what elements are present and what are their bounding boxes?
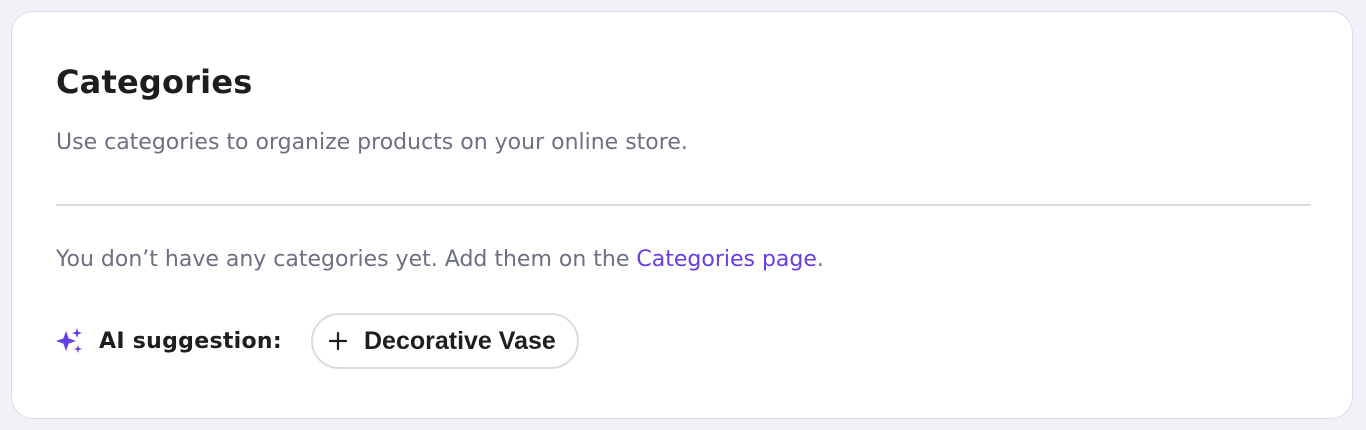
empty-state-message: You don’t have any categories yet. Add t…	[56, 245, 824, 275]
section-subtitle: Use categories to organize products on y…	[56, 130, 688, 155]
plus-icon	[328, 331, 348, 351]
empty-state-suffix: .	[816, 247, 824, 272]
ai-suggestion-row: AI suggestion: Decorative Vase	[56, 313, 579, 369]
section-title: Categories	[56, 63, 253, 101]
categories-card: Categories Use categories to organize pr…	[11, 11, 1353, 419]
sparkle-icon	[56, 327, 84, 355]
suggested-category-label: Decorative Vase	[363, 326, 556, 355]
empty-state-text: You don’t have any categories yet. Add t…	[56, 247, 637, 272]
ai-suggestion-label: AI suggestion:	[99, 328, 282, 354]
categories-page-link[interactable]: Categories page	[636, 247, 817, 272]
divider	[56, 204, 1311, 206]
add-suggested-category-button[interactable]: Decorative Vase	[310, 313, 579, 369]
